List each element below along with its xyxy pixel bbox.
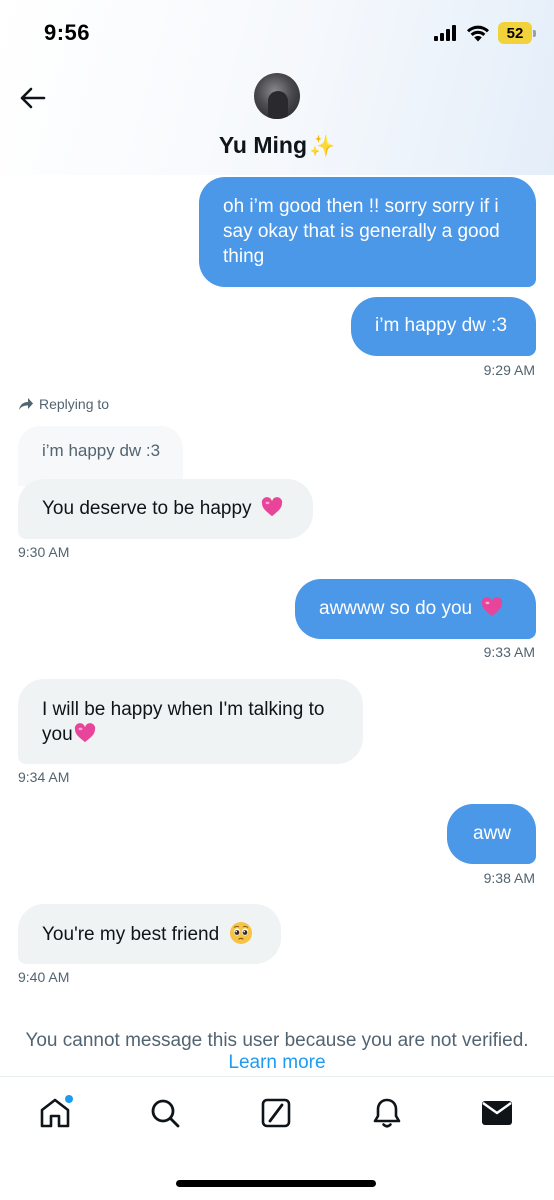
status-icons: 52 [434,22,536,44]
status-time: 9:56 [44,20,91,45]
message-timestamp: 9:38 AM [483,870,535,886]
tab-messages[interactable] [477,1093,517,1133]
message-text: I will be happy when I'm talking to [42,699,325,720]
message-text-line2: you [42,722,363,747]
battery-icon: 52 [498,22,536,44]
learn-more-link[interactable]: Learn more [0,1052,554,1074]
outgoing-message[interactable]: oh i’m good then !! sorry sorry if i say… [199,177,536,287]
outgoing-message[interactable]: awwww so do you [295,579,536,639]
pink-heart-icon [482,597,503,617]
message-timestamp: 9:40 AM [18,969,70,985]
quoted-message-text: i’m happy dw :3 [42,441,161,460]
home-notification-dot [65,1095,73,1103]
incoming-message[interactable]: You're my best friend [18,904,281,964]
incoming-message[interactable]: You deserve to be happy [18,479,313,539]
message-text: You deserve to be happy [42,498,252,519]
replying-to-text: Replying to [39,396,110,412]
message-timestamp: 9:33 AM [483,644,535,660]
outgoing-message[interactable]: i’m happy dw :3 [351,297,536,356]
replying-to-label: Replying to [18,396,109,412]
message-timestamp: 9:30 AM [18,544,70,560]
cellular-signal-icon [434,25,456,41]
search-icon [151,1099,180,1128]
tab-search[interactable] [145,1093,185,1133]
cannot-message-notice: You cannot message this user because you… [25,1030,529,1051]
notifications-icon [373,1098,401,1128]
avatar[interactable] [254,73,300,119]
tab-notifications[interactable] [367,1093,407,1133]
message-timestamp: 9:34 AM [18,769,70,785]
outgoing-message[interactable]: aww [447,804,536,864]
quoted-message[interactable]: i’m happy dw :3 [18,426,183,486]
reply-arrow-icon [19,398,33,410]
message-text: aww [473,823,512,844]
tab-grok[interactable] [256,1093,296,1133]
messages-icon [482,1101,512,1125]
pink-heart-icon [261,497,282,517]
home-indicator [176,1180,376,1187]
wifi-icon [467,25,489,42]
contact-name-text: Yu Ming [218,132,307,158]
pink-heart-icon [74,723,95,743]
contact-name[interactable]: Yu Ming✨ [0,132,554,159]
back-button[interactable] [14,80,50,116]
message-text: You're my best friend [42,924,220,945]
back-arrow-icon [20,87,46,109]
message-text: oh i’m good then !! sorry sorry if i say… [223,196,500,267]
message-text: i’m happy dw :3 [375,315,508,336]
message-timestamp: 9:29 AM [483,362,535,378]
sparkles-emoji: ✨ [309,135,336,158]
pleading-face-icon [230,922,253,944]
grok-icon [261,1098,291,1128]
tab-home[interactable] [35,1093,75,1133]
incoming-message[interactable]: I will be happy when I'm talking to you [18,679,363,764]
message-text: awwww so do you [319,598,473,619]
